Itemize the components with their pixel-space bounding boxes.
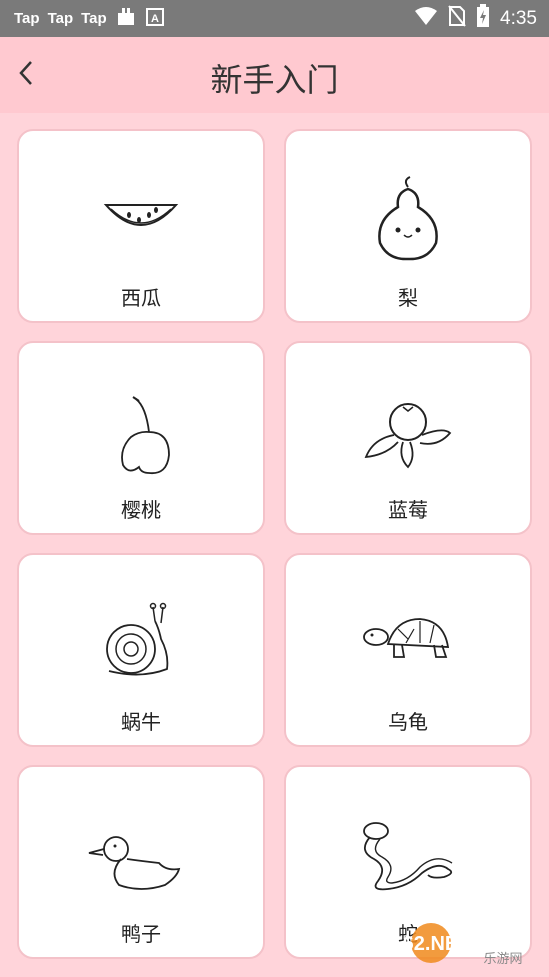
watermark-subtext: 乐游网: [483, 952, 522, 967]
card-label: 乌龟: [388, 710, 428, 734]
card-label: 蜗牛: [121, 710, 161, 734]
duck-icon: [19, 811, 263, 921]
svg-text:A: A: [151, 13, 159, 25]
card-watermelon[interactable]: 西瓜: [17, 129, 265, 323]
content-area: 西瓜 梨 樱桃 蓝莓 蜗牛 乌龟 鸭子 蛇 62.NET 乐游网: [0, 113, 549, 977]
clock-time: 4:35: [500, 7, 537, 29]
status-apps: Tap Tap Tap A: [0, 6, 165, 32]
app-header: 新手入门: [0, 37, 549, 113]
blueberry-icon: [286, 387, 530, 497]
wifi-icon: [414, 6, 438, 32]
no-sim-icon: [448, 4, 466, 33]
card-duck[interactable]: 鸭子: [17, 765, 265, 959]
card-label: 西瓜: [121, 286, 161, 310]
watermelon-icon: [19, 175, 263, 285]
watermark-logo: 962.NET 乐游网: [392, 919, 543, 969]
page-title: 新手入门: [210, 61, 339, 99]
status-indicators: 4:35: [414, 3, 549, 34]
card-blueberry[interactable]: 蓝莓: [284, 341, 532, 535]
card-pear[interactable]: 梨: [284, 129, 532, 323]
card-label: 樱桃: [121, 498, 161, 522]
tap-app-indicator: Tap: [14, 10, 40, 27]
card-label: 鸭子: [121, 922, 161, 946]
watermark-text: 962.NET: [403, 933, 470, 955]
card-label: 梨: [398, 286, 418, 310]
status-bar: Tap Tap Tap A 4:35: [0, 0, 549, 37]
tutorial-grid: 西瓜 梨 樱桃 蓝莓 蜗牛 乌龟 鸭子 蛇: [17, 129, 532, 959]
tap-app-indicator: Tap: [81, 10, 107, 27]
battery-charging-icon: [476, 3, 490, 34]
card-turtle[interactable]: 乌龟: [284, 553, 532, 747]
tap-app-indicator: Tap: [47, 10, 74, 27]
card-cherry[interactable]: 樱桃: [17, 341, 265, 535]
pear-icon: [286, 175, 530, 285]
cherry-icon: [19, 387, 263, 497]
card-label: 蓝莓: [388, 498, 428, 522]
robot-icon: [115, 6, 137, 32]
card-snail[interactable]: 蜗牛: [17, 553, 265, 747]
snail-icon: [19, 599, 263, 709]
turtle-icon: [286, 599, 530, 709]
font-a-icon: A: [145, 7, 165, 31]
snake-icon: [286, 811, 530, 921]
